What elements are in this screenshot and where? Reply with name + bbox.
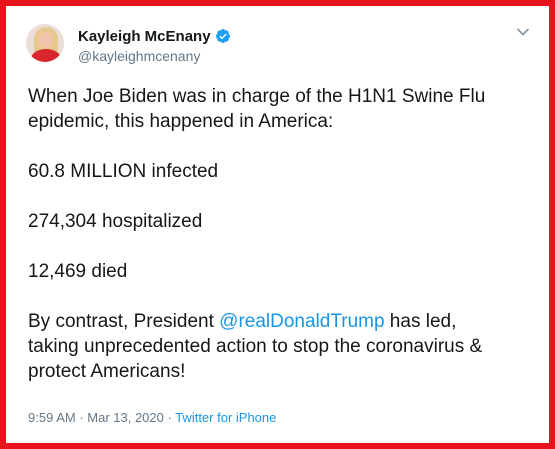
verified-badge-icon bbox=[215, 29, 230, 43]
red-frame-border: Kayleigh McEnany @kayleighmcenany When J… bbox=[0, 0, 555, 449]
chevron-down-icon[interactable] bbox=[516, 25, 530, 39]
contrast-line: By contrast, President @realDonaldTrump … bbox=[28, 309, 548, 334]
stat-infected: 60.8 MILLION infected bbox=[28, 161, 219, 182]
author-handle[interactable]: @kayleighmcenany bbox=[78, 48, 231, 64]
tweet-time[interactable]: 9:59 AM bbox=[28, 410, 76, 425]
tweet-card: Kayleigh McEnany @kayleighmcenany When J… bbox=[12, 12, 543, 437]
tweet-source-link[interactable]: Twitter for iPhone bbox=[175, 410, 276, 425]
contrast-suffix: has led, bbox=[384, 311, 457, 332]
tweet-line-1: When Joe Biden was in charge of the H1N1… bbox=[28, 86, 486, 107]
tweet-metadata: 9:59 AM · Mar 13, 2020 · Twitter for iPh… bbox=[28, 410, 276, 425]
mention-link[interactable]: @realDonaldTrump bbox=[219, 311, 384, 332]
stat-hospitalized: 274,304 hospitalized bbox=[28, 211, 203, 232]
tweet-line-taking: taking unprecedented action to stop the … bbox=[28, 336, 483, 357]
author-name[interactable]: Kayleigh McEnany bbox=[78, 28, 211, 45]
avatar[interactable] bbox=[26, 24, 64, 62]
tweet-line-2: epidemic, this happened in America: bbox=[28, 111, 334, 132]
author-block: Kayleigh McEnany @kayleighmcenany bbox=[78, 27, 231, 64]
tweet-line-protect: protect Americans! bbox=[28, 361, 186, 382]
contrast-prefix: By contrast, President bbox=[28, 311, 220, 332]
meta-separator-2: · bbox=[163, 410, 176, 425]
meta-separator: · bbox=[75, 410, 88, 425]
stat-died: 12,469 died bbox=[28, 261, 128, 282]
tweet-text: When Joe Biden was in charge of the H1N1… bbox=[28, 84, 548, 384]
author-name-row: Kayleigh McEnany bbox=[78, 27, 231, 45]
tweet-date[interactable]: Mar 13, 2020 bbox=[87, 410, 164, 425]
